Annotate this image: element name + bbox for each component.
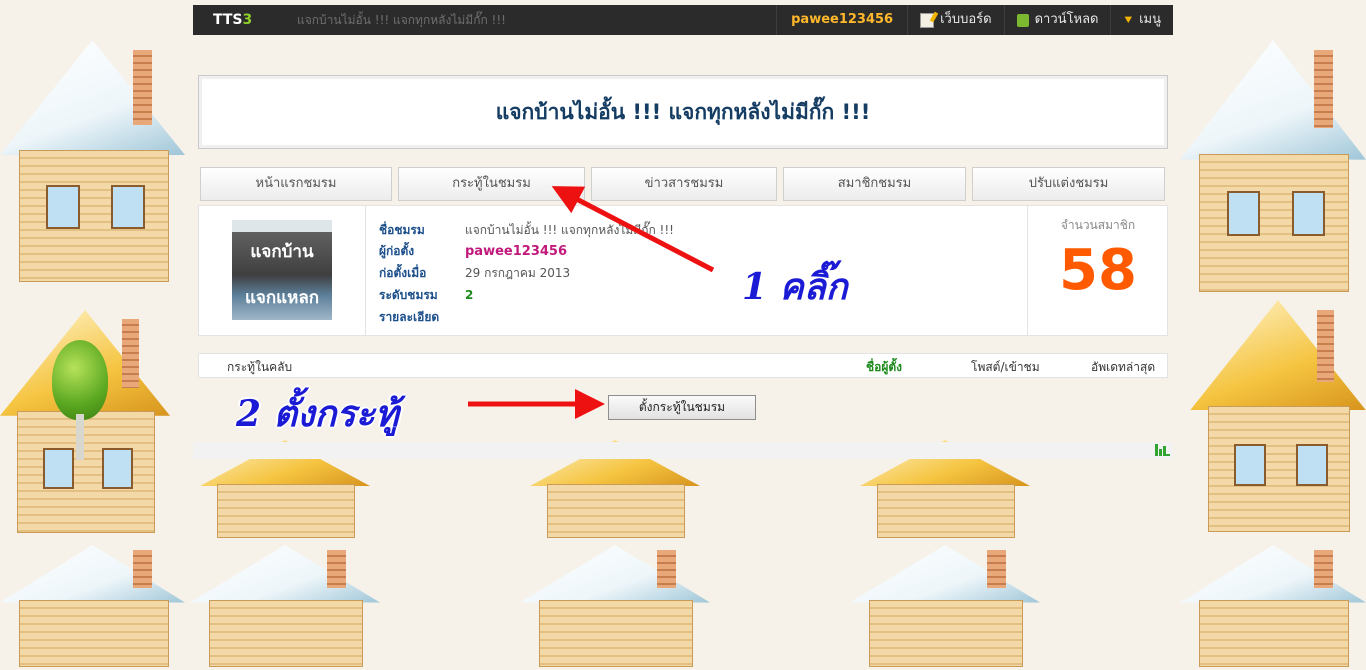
club-name-row: ชื่อชมรม แจกบ้านไม่อั้น !!! แจกทุกหลังไม่… — [379, 223, 674, 237]
site-logo[interactable]: TTS3 — [193, 12, 297, 28]
house-illustration — [0, 545, 185, 670]
col-updated[interactable]: อัพเดทล่าสุด — [1091, 358, 1155, 377]
house-illustration — [190, 545, 380, 670]
house-illustration — [1180, 545, 1366, 670]
download-link[interactable]: ดาวน์โหลด — [1003, 5, 1111, 35]
house-illustration — [1190, 300, 1366, 540]
house-illustration — [1180, 40, 1366, 300]
club-level-row: ระดับชมรม 2 — [379, 288, 474, 302]
house-illustration — [850, 545, 1040, 670]
founder-link[interactable]: pawee123456 — [465, 244, 567, 259]
col-posts-views[interactable]: โพสต์/เข้าชม — [971, 358, 1040, 377]
annotation-step1: 1 คลิ๊ก — [742, 266, 848, 308]
club-header: แจกบ้านไม่อั้น !!! แจกทุกหลังไม่มีกั๊ก !… — [198, 75, 1168, 149]
house-illustration — [0, 40, 185, 290]
menu-chevron-icon: ⯆ — [1123, 13, 1134, 27]
annotation-step2: 2 ตั้งกระทู้ — [236, 393, 399, 435]
create-topic-button[interactable]: ตั้งกระทู้ในชมรม — [608, 395, 756, 420]
tab-club-settings[interactable]: ปรับแต่งชมรม — [972, 167, 1165, 201]
marquee-text: แจกบ้านไม่อั้น !!! แจกทุกหลังไม่มีกั๊ก !… — [297, 12, 506, 27]
tab-club-members[interactable]: สมาชิกชมรม — [783, 167, 966, 201]
topics-table-header: กระทู้ในคลับ ชื่อผู้ตั้ง โพสต์/เข้าชม อั… — [198, 353, 1168, 378]
club-founder-row: ผู้ก่อตั้ง pawee123456 — [379, 244, 567, 259]
webboard-icon — [920, 12, 935, 28]
menu-link[interactable]: ⯆ เมนู — [1110, 5, 1173, 35]
members-count: 58 — [1059, 238, 1137, 303]
footer-strip — [193, 442, 1173, 459]
col-topics: กระทู้ในคลับ — [227, 360, 293, 374]
members-label: จำนวนสมาชิก — [1060, 218, 1136, 232]
house-illustration — [520, 545, 710, 670]
stats-icon[interactable] — [1155, 444, 1170, 456]
col-author[interactable]: ชื่อผู้ตั้ง — [866, 358, 902, 377]
tree-illustration — [52, 340, 108, 460]
tab-club-news[interactable]: ข่าวสารชมรม — [591, 167, 777, 201]
top-navigation-bar: TTS3 แจกบ้านไม่อั้น !!! แจกทุกหลังไม่มีก… — [193, 5, 1173, 35]
username-link[interactable]: pawee123456 — [776, 5, 907, 35]
club-avatar: แจกบ้าน แจกแหลก — [232, 220, 332, 320]
club-title: แจกบ้านไม่อั้น !!! แจกทุกหลังไม่มีกั๊ก !… — [495, 99, 871, 124]
club-tabs: หน้าแรกชมรม กระทู้ในชมรม ข่าวสารชมรม สมา… — [200, 167, 1166, 201]
tab-club-home[interactable]: หน้าแรกชมรม — [200, 167, 392, 201]
club-detail-row: รายละเอียด — [379, 310, 440, 324]
download-icon — [1016, 13, 1029, 27]
club-founded-row: ก่อตั้งเมื่อ 29 กรกฎาคม 2013 — [379, 266, 571, 280]
webboard-link[interactable]: เว็บบอร์ด — [907, 5, 1003, 35]
tab-club-topics[interactable]: กระทู้ในชมรม — [398, 167, 585, 201]
club-info-panel: แจกบ้าน แจกแหลก ชื่อชมรม แจกบ้านไม่อั้น !… — [198, 205, 1168, 336]
